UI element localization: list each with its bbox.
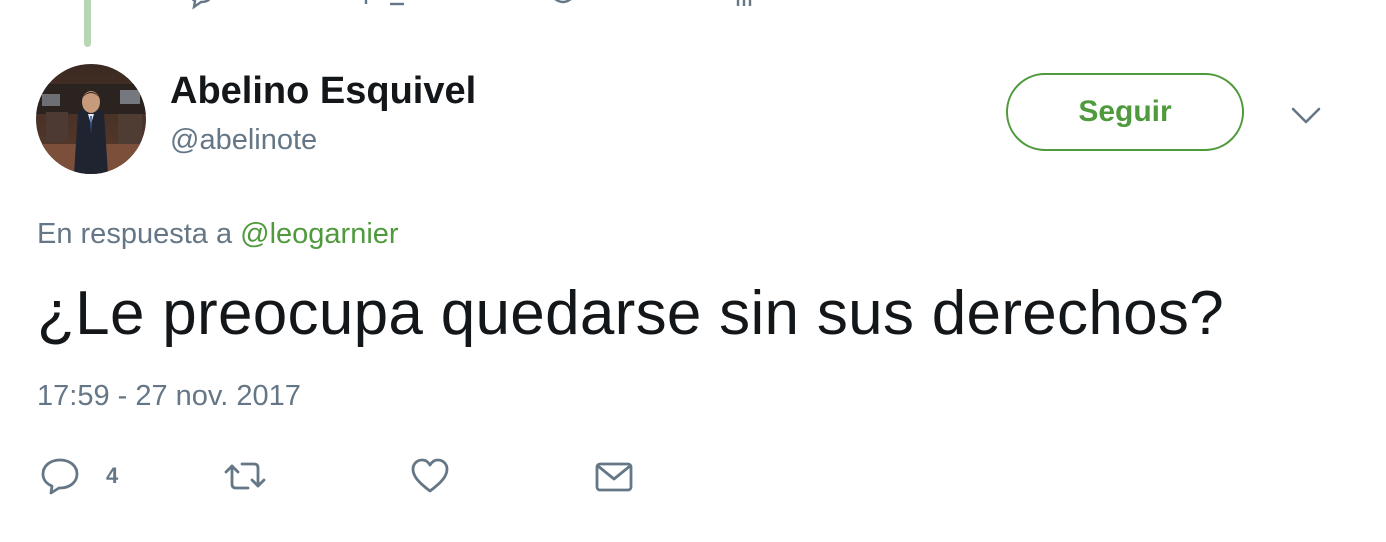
follow-button[interactable]: Seguir xyxy=(1006,73,1244,151)
direct-message-button[interactable] xyxy=(594,454,634,498)
reply-mention-link[interactable]: @leogarnier xyxy=(240,218,398,250)
prev-like-icon[interactable] xyxy=(546,0,580,12)
reply-icon xyxy=(41,458,79,495)
retweet-button[interactable] xyxy=(222,454,268,498)
previous-tweet-actions xyxy=(0,0,1386,12)
reply-context-prefix: En respuesta a xyxy=(37,218,233,250)
prev-reply-icon[interactable] xyxy=(186,0,216,12)
avatar-photo xyxy=(36,64,146,174)
author-display-name[interactable]: Abelino Esquivel xyxy=(170,70,476,113)
avatar[interactable] xyxy=(36,64,146,174)
chevron-down-icon xyxy=(1291,107,1321,124)
tweet-timestamp[interactable]: 17:59 - 27 nov. 2017 xyxy=(37,380,301,413)
reply-count: 4 xyxy=(106,463,119,488)
tweet-text: ¿Le preocupa quedarse sin sus derechos? xyxy=(37,279,1225,348)
retweet-icon xyxy=(224,462,266,490)
prev-dm-icon[interactable] xyxy=(732,0,762,12)
more-options-button[interactable] xyxy=(1289,102,1323,130)
author-handle[interactable]: @abelinote xyxy=(170,124,317,157)
heart-icon xyxy=(411,458,449,493)
like-button[interactable] xyxy=(410,454,450,498)
reply-button[interactable]: 4 xyxy=(40,454,118,498)
prev-retweet-icon[interactable] xyxy=(360,0,410,12)
envelope-icon xyxy=(595,462,633,492)
reply-context: En respuesta a @leogarnier xyxy=(37,218,399,251)
